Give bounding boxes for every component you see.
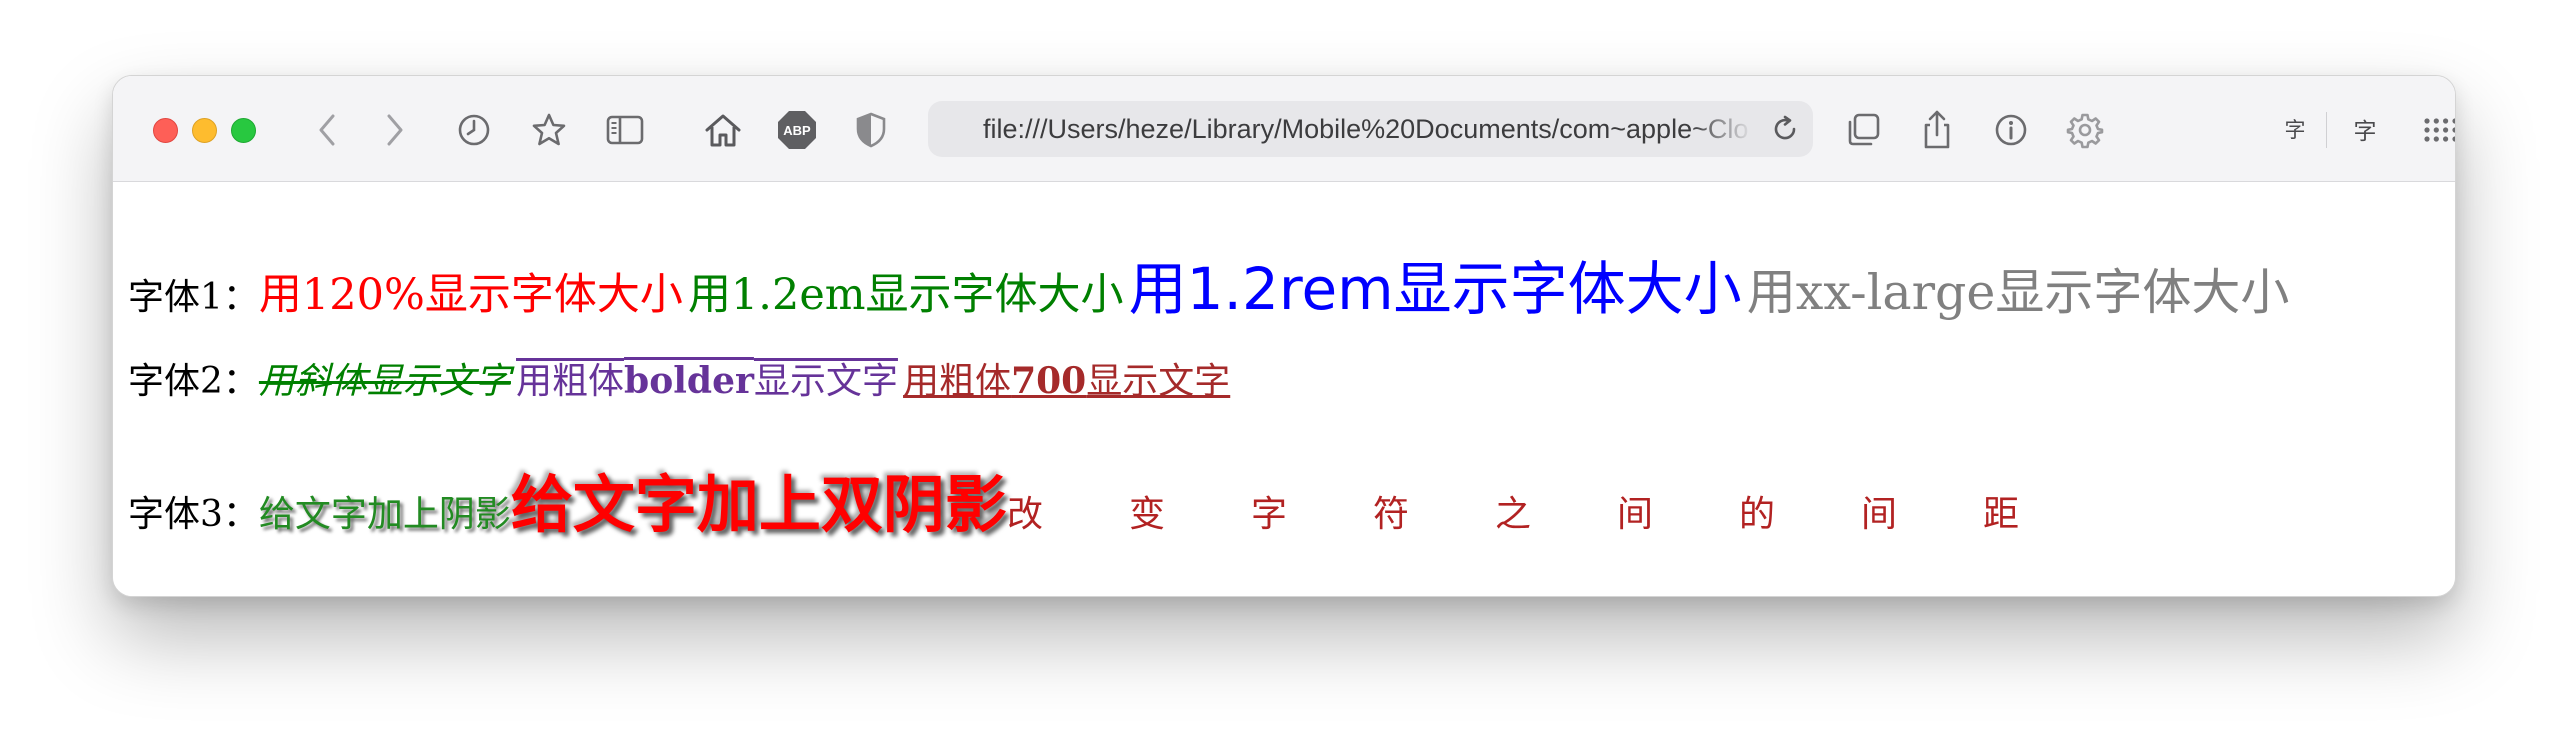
tabs-overview-icon[interactable] [1839,106,1887,154]
rem-size-text: 用1.2rem显示字体大小 [1128,255,1742,323]
font-row-3: 字体3：给文字加上阴影给文字加上双阴影改变字符之间的间距 [128,454,2105,544]
font-row-1: 字体1：用120%显示字体大小 用1.2em显示字体大小 用1.2rem显示字体… [128,242,2289,326]
shadow-text: 给文字加上阴影 [258,494,511,535]
history-icon[interactable] [450,106,498,154]
bold700-prefix: 用粗体 [903,361,1012,402]
xx-large-size-text: 用xx-large显示字体大小 [1746,264,2290,321]
italic-strikethrough-text: 用斜体显示文字 [258,361,511,402]
settings-gear-icon[interactable] [2061,106,2109,154]
bolder-overline-text: 用粗体bolder显示文字 [516,360,898,402]
bolder-prefix: 用粗体 [516,361,625,402]
bolder-suffix: 显示文字 [753,361,898,402]
row-label: 字体2： [128,361,259,402]
desktop-background: ABP file:///Users/heze/Library/Mobile%20… [0,0,2566,744]
privacy-shield-icon[interactable] [847,106,895,154]
back-icon[interactable] [303,106,351,154]
double-shadow-text: 给文字加上双阴影 [510,468,1007,541]
sidebar-icon[interactable] [601,106,649,154]
minimize-window-button[interactable] [192,118,217,143]
adblock-plus-label: ABP [783,123,811,138]
url-text[interactable]: file:///Users/heze/Library/Mobile%20Docu… [983,101,1753,157]
info-icon[interactable] [1987,106,2035,154]
bold700-keyword: 700 [1011,360,1087,402]
browser-window: ABP file:///Users/heze/Library/Mobile%20… [112,75,2456,597]
em-size-text: 用1.2em显示字体大小 [687,270,1124,320]
row-label: 字体3： [128,494,259,535]
forward-icon[interactable] [371,106,419,154]
letter-spacing-text: 改变字符之间的间距 [1006,494,2105,535]
text-size-small-icon[interactable]: 字 [2275,104,2315,154]
adblock-plus-icon[interactable]: ABP [773,106,821,154]
grid-icon[interactable] [2417,106,2455,154]
zoom-window-button[interactable] [231,118,256,143]
row-label: 字体1： [128,277,259,318]
page-content: 字体1：用120%显示字体大小 用1.2em显示字体大小 用1.2rem显示字体… [113,182,2455,596]
bold-700-underline-text: 用粗体700显示文字 [903,360,1231,402]
address-bar[interactable]: file:///Users/heze/Library/Mobile%20Docu… [928,101,1813,157]
bookmark-star-icon[interactable] [525,106,573,154]
browser-toolbar: ABP file:///Users/heze/Library/Mobile%20… [113,76,2455,182]
close-window-button[interactable] [153,118,178,143]
reload-icon[interactable] [1769,113,1801,145]
bolder-keyword: bolder [624,360,754,402]
percent-size-text: 用120%显示字体大小 [258,270,683,320]
text-size-large-icon[interactable]: 字 [2345,104,2385,154]
home-icon[interactable] [699,106,747,154]
share-icon[interactable] [1913,106,1961,154]
toolbar-separator [2326,112,2327,148]
bold700-suffix: 显示文字 [1086,361,1231,402]
font-row-2: 字体2：用斜体显示文字 用粗体bolder显示文字 用粗体700显示文字 [128,352,1230,404]
